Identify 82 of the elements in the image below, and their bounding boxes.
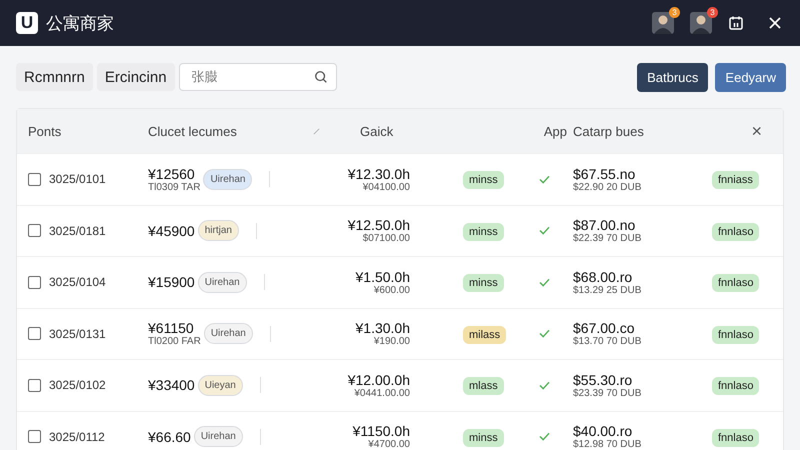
result-tag: fnnlaso <box>712 222 760 241</box>
price-text: ¥12.50.0h <box>348 217 410 234</box>
amount-note: Tl0200 FAR <box>148 336 201 348</box>
row-checkbox[interactable] <box>28 430 41 444</box>
column-header: Catarp bues <box>573 124 645 138</box>
date-text: 3025/0102 <box>49 378 106 392</box>
column-header: App <box>544 124 568 138</box>
type-tag: Uirehan <box>194 426 243 448</box>
catalog-price: $40.00.ro <box>573 423 632 440</box>
type-tag: Uirehan <box>204 323 253 344</box>
calendar-icon[interactable] <box>728 15 744 31</box>
column-header: Ponts <box>28 124 62 138</box>
result-tag: fnniass <box>712 171 759 190</box>
catalog-price: $67.55.no <box>573 166 636 182</box>
price-text: ¥1150.0h <box>352 423 410 440</box>
amount-text: ¥33400 <box>148 377 195 394</box>
catalog-note: $13.29 25 DUB <box>573 284 642 296</box>
price-note: ¥0441.00.00 <box>354 388 410 399</box>
column-header: Clucet lecumes <box>148 124 238 138</box>
amount-text: ¥61150 <box>148 320 194 336</box>
result-tag: fnnlaso <box>712 428 760 447</box>
price-note: ¥4700.00 <box>368 439 410 450</box>
catalog-note: $13.70 70 DUB <box>573 336 642 348</box>
row-checkbox[interactable] <box>28 172 41 186</box>
catalog-price: $87.00.no <box>573 217 636 234</box>
amount-text: ¥15900 <box>148 274 195 290</box>
catalog-note: $22.39 70 DUB <box>573 233 642 244</box>
close-icon[interactable] <box>768 16 782 30</box>
status-tag: minss <box>463 222 504 241</box>
row-checkbox[interactable] <box>28 224 41 238</box>
price-text: ¥12.30.0h <box>348 166 410 182</box>
row-checkbox[interactable] <box>28 378 41 392</box>
price-text: ¥12.00.0h <box>348 372 410 388</box>
avatar-icon[interactable] <box>652 12 674 34</box>
status-tag: minss <box>463 171 504 190</box>
result-tag: fnnlaso <box>712 377 760 396</box>
catalog-note: $22.90 20 DUB <box>573 182 642 193</box>
catalog-note: $12.98 70 DUB <box>573 439 642 450</box>
amount-text: ¥12560 <box>148 166 195 182</box>
amount-text: ¥45900 <box>148 222 195 239</box>
notification-badge: 3 <box>669 7 680 18</box>
filter-button[interactable]: Ercincinn <box>96 63 175 91</box>
row-checkbox[interactable] <box>28 276 41 289</box>
date-text: 3025/0101 <box>49 172 106 186</box>
column-header: Gaick <box>360 124 394 138</box>
price-text: ¥1.30.0h <box>356 320 410 336</box>
date-text: 3025/0181 <box>49 224 106 238</box>
action-button[interactable]: Batbrucs <box>637 62 708 92</box>
catalog-price: $55.30.ro <box>573 372 632 388</box>
price-note: ¥190.00 <box>374 336 410 348</box>
catalog-price: $67.00.co <box>573 320 634 336</box>
row-checkbox[interactable] <box>28 327 41 340</box>
type-tag: Uirehan <box>203 168 252 190</box>
date-text: 3025/0112 <box>49 430 105 444</box>
price-note: $07100.00 <box>362 233 410 244</box>
amount-text: ¥66.60 <box>148 428 191 445</box>
price-note: ¥04100.00 <box>362 182 410 193</box>
catalog-price: $68.00.ro <box>573 268 632 285</box>
status-tag: mlass <box>463 377 504 396</box>
notification-badge: 3 <box>707 7 718 18</box>
close-button[interactable]: × <box>751 120 772 142</box>
result-tag: fnnlaso <box>712 326 760 344</box>
price-note: ¥600.00 <box>374 284 410 296</box>
price-text: ¥1.50.0h <box>356 268 410 285</box>
date-text: 3025/0131 <box>49 326 106 341</box>
type-tag: Uirehan <box>198 272 247 293</box>
filter-button[interactable]: Rcmnnrn <box>16 63 93 91</box>
status-tag: minss <box>463 428 504 447</box>
result-tag: fnnlaso <box>712 274 760 292</box>
search-icon <box>314 70 328 84</box>
catalog-note: $23.39 70 DUB <box>573 388 642 399</box>
type-tag: hirtjan <box>198 220 239 242</box>
action-button[interactable]: Eedyarw <box>715 62 786 92</box>
status-tag: minss <box>463 274 504 292</box>
avatar-icon[interactable] <box>690 12 712 34</box>
type-tag: Uieyan <box>198 374 243 396</box>
amount-note: Tl0309 TAR <box>148 182 200 193</box>
status-tag: milass <box>463 326 506 344</box>
search-field[interactable]: 张臌 <box>178 63 337 91</box>
date-text: 3025/0104 <box>49 275 106 290</box>
logo: U <box>16 12 38 34</box>
app-title: 公寓商家 <box>46 12 114 34</box>
